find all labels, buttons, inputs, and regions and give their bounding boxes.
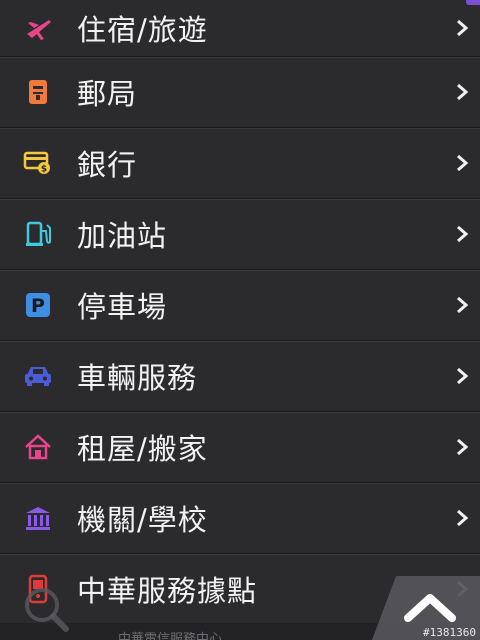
fuel-pump-icon (22, 218, 54, 250)
bank-card-icon: $ (22, 147, 54, 179)
search-button[interactable] (18, 585, 74, 633)
list-item-label: 中華服務據點 (77, 574, 258, 608)
list-item-rental-moving[interactable]: 租屋/搬家 (0, 412, 480, 483)
footer-partial-text: 中華電信服務中心 (118, 632, 223, 640)
government-building-icon (22, 502, 54, 534)
list-item-post-office[interactable]: 郵局 (0, 57, 480, 128)
parking-icon: P (22, 289, 54, 321)
category-list: 住宿/旅遊 郵局 $ 銀行 加油站 P 停車場 車輛服務 租屋/搬家 機關/學校… (0, 0, 480, 625)
list-item-parking[interactable]: P 停車場 (0, 270, 480, 341)
list-item-label: 租屋/搬家 (77, 432, 208, 466)
list-item-car-service[interactable]: 車輛服務 (0, 341, 480, 412)
app-screen: 住宿/旅遊 郵局 $ 銀行 加油站 P 停車場 車輛服務 租屋/搬家 機關/學校… (0, 0, 480, 640)
list-item-gas-station[interactable]: 加油站 (0, 199, 480, 270)
list-item-label: 車輛服務 (77, 361, 198, 395)
list-item-bank[interactable]: $ 銀行 (0, 128, 480, 199)
list-item-label: 郵局 (77, 77, 138, 111)
chevron-right-icon (452, 151, 472, 175)
list-item-label: 加油站 (77, 219, 168, 253)
chevron-right-icon (452, 364, 472, 388)
chevron-right-icon (452, 435, 472, 459)
house-icon (22, 431, 54, 463)
chevron-right-icon (452, 80, 472, 104)
chevron-right-icon (452, 16, 472, 40)
svg-text:$: $ (41, 165, 47, 175)
list-item-government-school[interactable]: 機關/學校 (0, 483, 480, 554)
chevron-right-icon (452, 293, 472, 317)
list-item-label: 銀行 (77, 148, 138, 182)
svg-text:P: P (31, 295, 45, 317)
chevron-right-icon (452, 506, 472, 530)
list-item-label: 住宿/旅遊 (77, 13, 208, 47)
watermark: #1381360 (423, 626, 476, 639)
list-item-label: 停車場 (77, 290, 168, 324)
airplane-icon (22, 12, 54, 44)
magnifier-icon (25, 588, 69, 632)
chevron-right-icon (452, 222, 472, 246)
list-item-label: 機關/學校 (77, 503, 208, 537)
car-icon (22, 360, 54, 392)
postbox-icon (22, 76, 54, 108)
list-item-lodging[interactable]: 住宿/旅遊 (0, 0, 480, 57)
